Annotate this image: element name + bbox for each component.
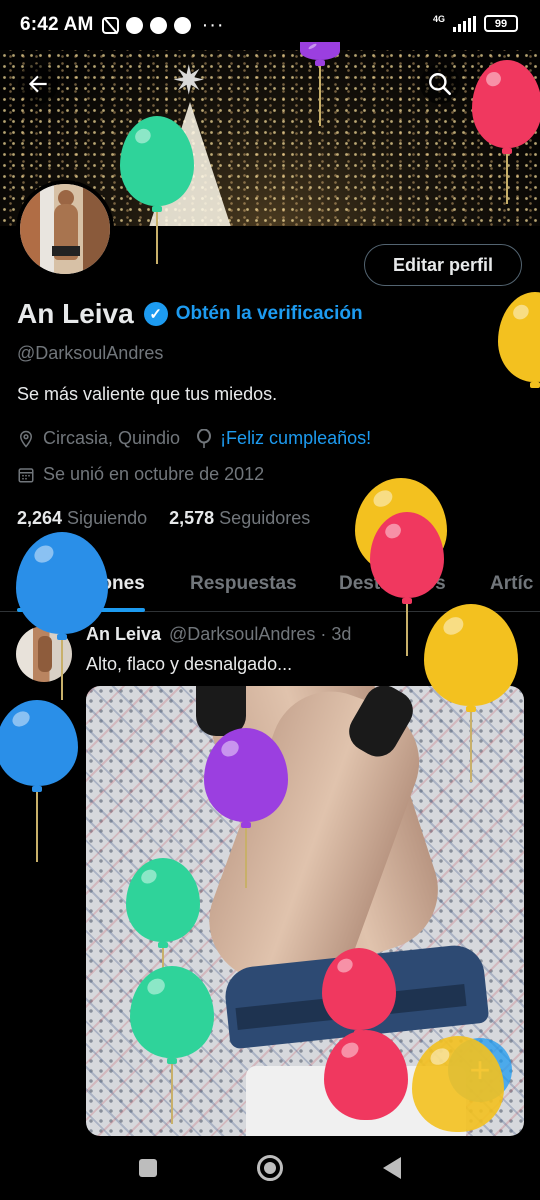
battery-icon: 99	[484, 15, 518, 32]
birthday-item[interactable]: ¡Feliz cumpleaños!	[196, 428, 371, 449]
balloon-icon	[498, 292, 540, 388]
more-notifications-icon: ···	[201, 13, 225, 36]
balloon-icon	[120, 116, 194, 264]
balloon-icon	[472, 60, 540, 204]
edit-profile-button[interactable]: Editar perfil	[364, 244, 522, 286]
profile-bio: Se más valiente que tus miedos.	[17, 384, 278, 404]
location-pin-icon	[19, 430, 33, 448]
balloon-icon	[424, 604, 518, 782]
balloon-icon	[204, 728, 288, 888]
network-type: 4G	[432, 13, 445, 24]
joined-item: Se unió en octubre de 2012	[17, 464, 264, 485]
status-right: 4G 99	[432, 13, 518, 32]
birthday-link[interactable]: ¡Feliz cumpleaños!	[220, 428, 371, 449]
profile-meta-row: Circasia, Quindio ¡Feliz cumpleaños!	[17, 428, 371, 449]
search-button[interactable]	[420, 64, 460, 104]
home-icon[interactable]	[257, 1155, 283, 1181]
balloon-icon	[126, 858, 200, 972]
recent-apps-icon[interactable]	[139, 1159, 157, 1177]
balloon-icon	[130, 966, 214, 1124]
balloon-icon	[16, 532, 108, 700]
whatsapp-icon	[149, 16, 167, 34]
location-item: Circasia, Quindio	[17, 428, 180, 449]
tree-star-icon: ✷	[172, 59, 206, 103]
post-text: Alto, flaco y desnalgado...	[86, 654, 293, 674]
balloon-icon	[300, 42, 340, 126]
status-time: 6:42 AM	[20, 14, 94, 35]
mute-icon	[101, 16, 119, 34]
joined-text: Se unió en octubre de 2012	[43, 464, 265, 484]
balloon-icon	[412, 1036, 504, 1132]
profile-handle: @DarksoulAndres	[17, 343, 164, 363]
followers-label[interactable]: Seguidores	[219, 508, 310, 529]
balloon-icon	[0, 700, 78, 862]
back-button[interactable]	[18, 64, 58, 104]
balloon-icon	[197, 428, 212, 448]
arrow-left-icon	[28, 75, 47, 93]
status-bar: 6:42 AM ··· 4G 99	[0, 0, 540, 50]
location-text: Circasia, Quindio	[43, 428, 181, 448]
following-label[interactable]: Siguiendo	[67, 508, 147, 529]
post-header: An Leiva @DarksoulAndres · 3d	[86, 624, 351, 645]
profile-name: An Leiva	[17, 298, 134, 329]
profile-name-row: An Leiva ✓ Obtén la verificación	[17, 298, 363, 330]
post-author-handle-time: @DarksoulAndres · 3d	[169, 624, 352, 644]
tab-respuestas[interactable]: Respuestas	[190, 556, 297, 612]
signal-icon	[453, 15, 476, 32]
profile-joined-row: Se unió en octubre de 2012	[17, 464, 264, 485]
messenger-icon	[125, 16, 143, 34]
calendar-icon	[18, 467, 34, 482]
following-count[interactable]: 2,264	[17, 508, 62, 529]
balloon-icon	[324, 1030, 408, 1120]
search-icon	[429, 73, 452, 96]
verified-badge-icon[interactable]: ✓	[143, 302, 168, 326]
system-nav-bar	[0, 1136, 540, 1200]
system-back-icon[interactable]	[383, 1157, 401, 1179]
battery-level: 99	[494, 17, 508, 30]
profile-avatar[interactable]	[16, 180, 114, 278]
messenger-icon-2	[173, 16, 191, 34]
followers-count[interactable]: 2,578	[169, 508, 214, 529]
notification-icons: ···	[101, 13, 225, 37]
follow-stats: 2,264 Siguiendo 2,578 Seguidores	[17, 508, 332, 529]
get-verified-link[interactable]: Obtén la verificación	[176, 303, 363, 325]
